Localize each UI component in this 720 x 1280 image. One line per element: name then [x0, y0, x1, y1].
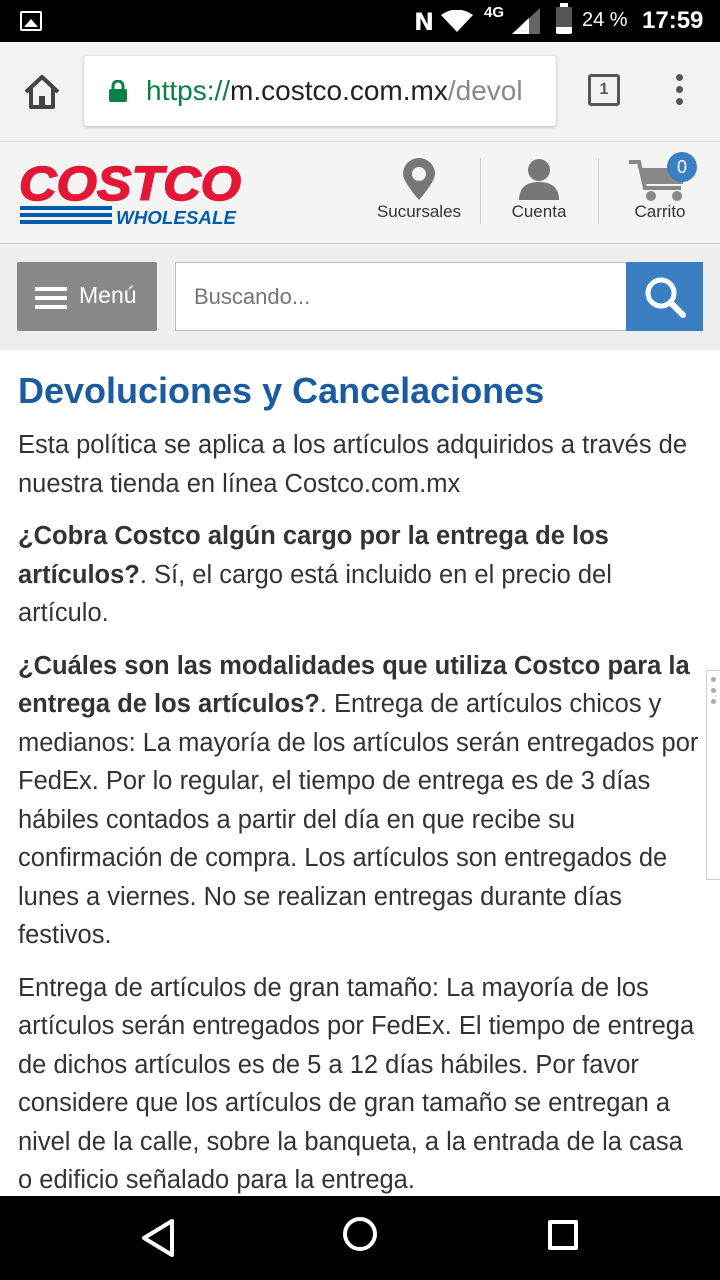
site-header: COSTCO WHOLESALE Sucursales Cuenta 0 Car…: [0, 142, 720, 244]
tab-switcher-button[interactable]: 1: [588, 74, 620, 106]
gallery-icon: [20, 11, 42, 31]
wifi-icon: [441, 10, 473, 32]
header-divider: [598, 158, 599, 224]
home-nav-icon[interactable]: [343, 1217, 377, 1251]
carrito-label: Carrito: [634, 202, 686, 221]
browser-toolbar: https://m.costco.com.mx/devol 1: [0, 42, 720, 142]
costco-logo[interactable]: COSTCO WHOLESALE: [16, 158, 244, 228]
faq-delivery-charge: ¿Cobra Costco algún cargo por la entrega…: [18, 517, 702, 633]
hamburger-icon: [35, 287, 67, 309]
user-icon: [519, 159, 559, 200]
location-pin-icon: [403, 158, 435, 200]
url-text: https://m.costco.com.mx/devol: [146, 75, 523, 106]
cuenta-label: Cuenta: [511, 202, 567, 221]
search-input[interactable]: [175, 262, 627, 331]
menu-button[interactable]: Menú: [17, 262, 157, 331]
lock-icon: [109, 80, 127, 102]
carrito-link[interactable]: 0 Carrito: [605, 152, 715, 230]
network-type: 4G: [484, 4, 505, 21]
url-bar[interactable]: https://m.costco.com.mx/devol: [84, 56, 556, 126]
home-icon[interactable]: [22, 74, 62, 110]
back-icon[interactable]: [140, 1218, 176, 1258]
status-bar: N 4G 24 % 17:59: [0, 0, 720, 42]
clock: 17:59: [642, 7, 704, 34]
nfc-icon: N: [414, 8, 435, 36]
large-items-paragraph: Entrega de artículos de gran tamaño: La …: [18, 973, 695, 1195]
battery-percent: 24 %: [582, 9, 628, 31]
svg-text:WHOLESALE: WHOLESALE: [116, 208, 237, 228]
header-divider: [480, 158, 481, 224]
battery-icon: [556, 3, 572, 34]
search-button[interactable]: [626, 262, 703, 331]
signal-icon: [512, 8, 540, 34]
side-drawer-handle[interactable]: [706, 670, 720, 880]
android-nav-bar: [0, 1196, 720, 1280]
search-bar-row: Menú: [0, 244, 720, 350]
faq-answer: . Entrega de artículos chicos y medianos…: [18, 690, 699, 949]
recents-icon[interactable]: [548, 1220, 578, 1250]
menu-label: Menú: [79, 282, 137, 308]
cuenta-link[interactable]: Cuenta: [484, 158, 594, 230]
faq-delivery-methods: ¿Cuáles son las modalidades que utiliza …: [18, 647, 702, 955]
page-title: Devoluciones y Cancelaciones: [18, 370, 545, 411]
sucursales-link[interactable]: Sucursales: [364, 158, 474, 230]
intro-paragraph: Esta política se aplica a los artículos …: [18, 431, 688, 498]
main-content: Devoluciones y Cancelaciones Esta políti…: [0, 350, 720, 1196]
sucursales-label: Sucursales: [376, 202, 462, 221]
svg-text:COSTCO: COSTCO: [19, 158, 241, 211]
cart-count-badge: 0: [667, 152, 697, 182]
more-options-icon[interactable]: [672, 74, 686, 108]
search-icon: [645, 277, 686, 318]
